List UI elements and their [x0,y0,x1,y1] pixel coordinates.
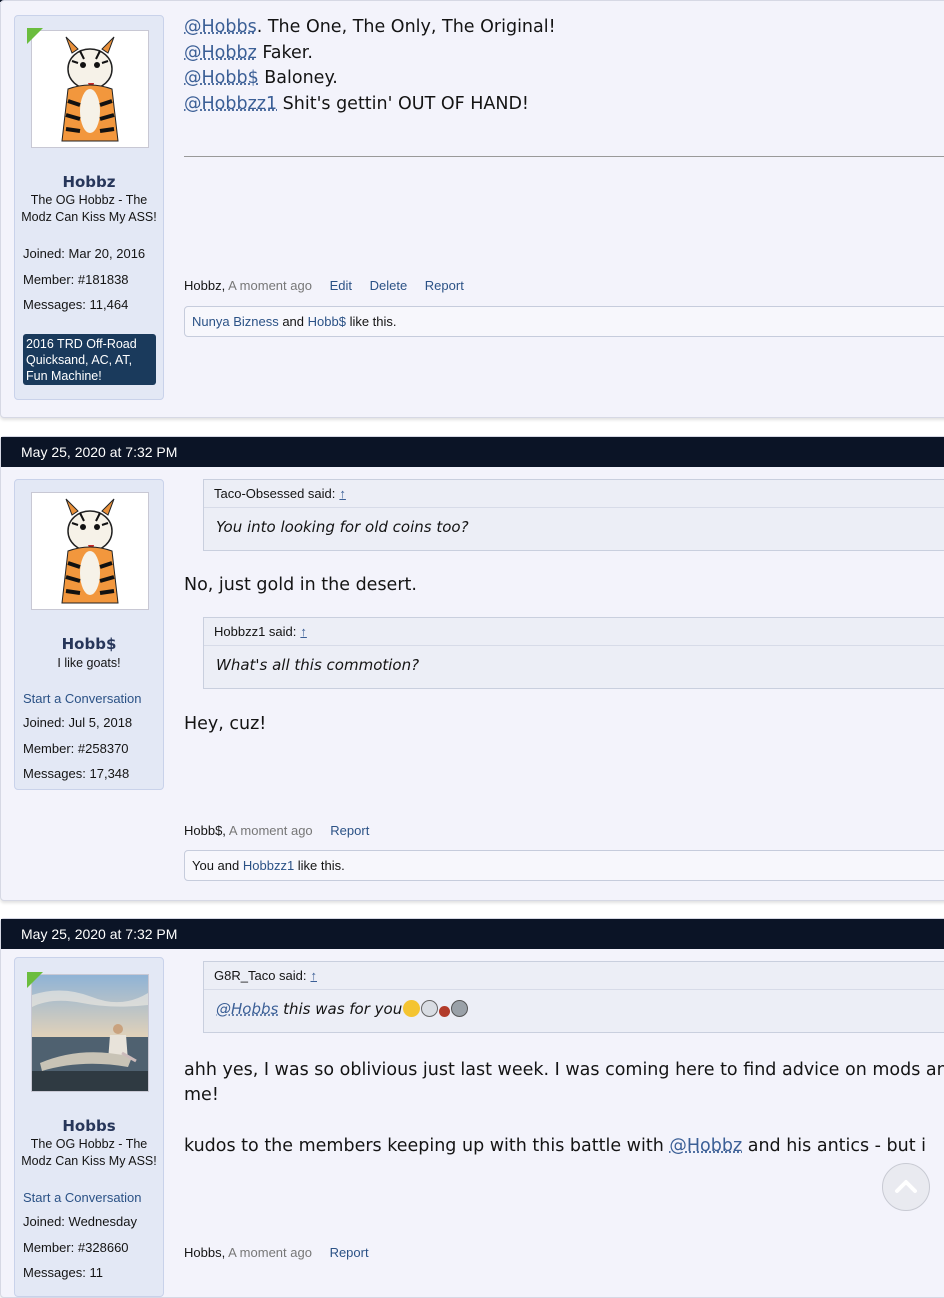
reply-text: kudos to the members keeping up with thi… [184,1136,926,1156]
quote-body: What's all this commotion? [216,656,419,674]
liker-link[interactable]: Nunya Bizness [192,314,279,329]
reply-text: Hey, cuz! [184,714,266,734]
emoji-shocked-icon [421,1000,438,1017]
edit-link[interactable]: Edit [330,278,352,293]
mention-link[interactable]: @Hobb$ [184,68,259,88]
post-time[interactable]: A moment ago [229,823,313,838]
quote-body: You into looking for old coins too? [216,518,469,536]
post-author[interactable]: Hobbs, [184,1245,225,1260]
messages-stat: Messages: 11 [23,1265,103,1280]
messages-stat: Messages: 11,464 [23,297,128,312]
reply-text: ahh yes, I was so oblivious just last we… [184,1060,944,1080]
quote-author: Taco-Obsessed said: ↑ [214,486,346,501]
post-meta: Hobbs, A moment ago Report [184,1245,369,1260]
post-date-header[interactable]: May 25, 2020 at 7:32 PM [1,437,944,467]
quote-jump-icon[interactable]: ↑ [300,624,307,639]
avatar-image [32,493,148,609]
likes-bar: You and Hobbzz1 like this. [184,850,944,881]
report-link[interactable]: Report [425,278,464,293]
quote-author: Hobbzz1 said: ↑ [214,624,307,639]
message-line: @Hobbzz1 Shit's gettin' OUT OF HAND! [184,94,529,114]
online-indicator [27,28,43,44]
avatar[interactable] [31,30,149,148]
start-conversation-link[interactable]: Start a Conversation [23,1190,142,1205]
joined-stat: Joined: Wednesday [23,1214,137,1229]
username[interactable]: Hobbs [15,1117,163,1135]
username[interactable]: Hobbz [15,173,163,191]
post-meta: Hobb$, A moment ago Report [184,823,369,838]
delete-link[interactable]: Delete [370,278,408,293]
user-block: Hobbz The OG Hobbz - The Modz Can Kiss M… [14,15,164,400]
quote-jump-icon[interactable]: ↑ [311,968,318,983]
post-author[interactable]: Hobbz, [184,278,225,293]
username[interactable]: Hobb$ [15,635,163,653]
reply-text: me! [184,1085,219,1105]
quote-author: G8R_Taco said: ↑ [214,968,317,983]
user-block: Hobbs The OG Hobbz - The Modz Can Kiss M… [14,957,164,1297]
avatar[interactable] [31,492,149,610]
message-line: @Hobbz Faker. [184,43,313,63]
mention-link[interactable]: @Hobbz [669,1136,742,1156]
scroll-to-top-button[interactable] [882,1163,930,1211]
post-time[interactable]: A moment ago [228,1245,312,1260]
likes-bar: Nunya Bizness and Hobb$ like this. [184,306,944,337]
quote-jump-icon[interactable]: ↑ [339,486,346,501]
mention-link[interactable]: @Hobbzz1 [184,94,277,114]
user-title: The OG Hobbz - The Modz Can Kiss My ASS! [15,1136,163,1170]
user-title: I like goats! [15,655,163,672]
report-link[interactable]: Report [330,1245,369,1260]
member-stat: Member: #328660 [23,1240,129,1255]
mention-link[interactable]: @Hobbz [184,43,257,63]
liker-link[interactable]: Hobbzz1 [243,858,294,873]
post-date-header[interactable]: May 25, 2020 at 7:32 PM [1,919,944,949]
message-line: @Hobb$ Baloney. [184,68,338,88]
emoji-dizzy-icon [451,1000,468,1017]
joined-stat: Joined: Mar 20, 2016 [23,246,145,261]
post-time[interactable]: A moment ago [228,278,312,293]
reply-text: No, just gold in the desert. [184,575,417,595]
avatar[interactable] [31,974,149,1092]
quote-divider [204,989,944,990]
quote-divider [204,507,944,508]
online-indicator [27,972,43,988]
liker-link[interactable]: Hobb$ [308,314,346,329]
post: May 25, 2020 at 7:32 PM Hobbs The OG Hob… [0,918,944,1298]
emoji-rolleyes-icon [403,1000,420,1017]
post: May 25, 2020 at 7:32 PM Hobb$ I like goa… [0,436,944,901]
report-link[interactable]: Report [330,823,369,838]
signature-divider [184,156,944,157]
start-conversation-link[interactable]: Start a Conversation [23,691,142,706]
quote-divider [204,645,944,646]
post-author[interactable]: Hobb$, [184,823,226,838]
post-meta: Hobbz, A moment ago Edit Delete Report [184,278,464,293]
post: Hobbz The OG Hobbz - The Modz Can Kiss M… [0,0,944,418]
quote-body: @Hobbs this was for you [216,1000,468,1018]
joined-stat: Joined: Jul 5, 2018 [23,715,132,730]
mention-link[interactable]: @Hobbs [216,1000,278,1018]
quote-block: Hobbzz1 said: ↑ What's all this commotion… [203,617,944,689]
mention-link[interactable]: @Hobbs [184,17,257,37]
member-stat: Member: #258370 [23,741,129,756]
chevron-up-icon [894,1173,918,1198]
quote-block: G8R_Taco said: ↑ @Hobbs this was for you [203,961,944,1033]
emoji-devil-icon [439,1006,450,1017]
avatar-image [32,31,148,147]
user-title: The OG Hobbz - The Modz Can Kiss My ASS! [15,192,163,226]
message-line: @Hobbs. The One, The Only, The Original! [184,17,556,37]
user-banner: 2016 TRD Off-Road Quicksand, AC, AT, Fun… [23,334,156,385]
member-stat: Member: #181838 [23,272,129,287]
avatar-image [32,975,148,1091]
quote-block: Taco-Obsessed said: ↑ You into looking fo… [203,479,944,551]
user-block: Hobb$ I like goats! Start a Conversation… [14,479,164,790]
messages-stat: Messages: 17,348 [23,766,129,781]
